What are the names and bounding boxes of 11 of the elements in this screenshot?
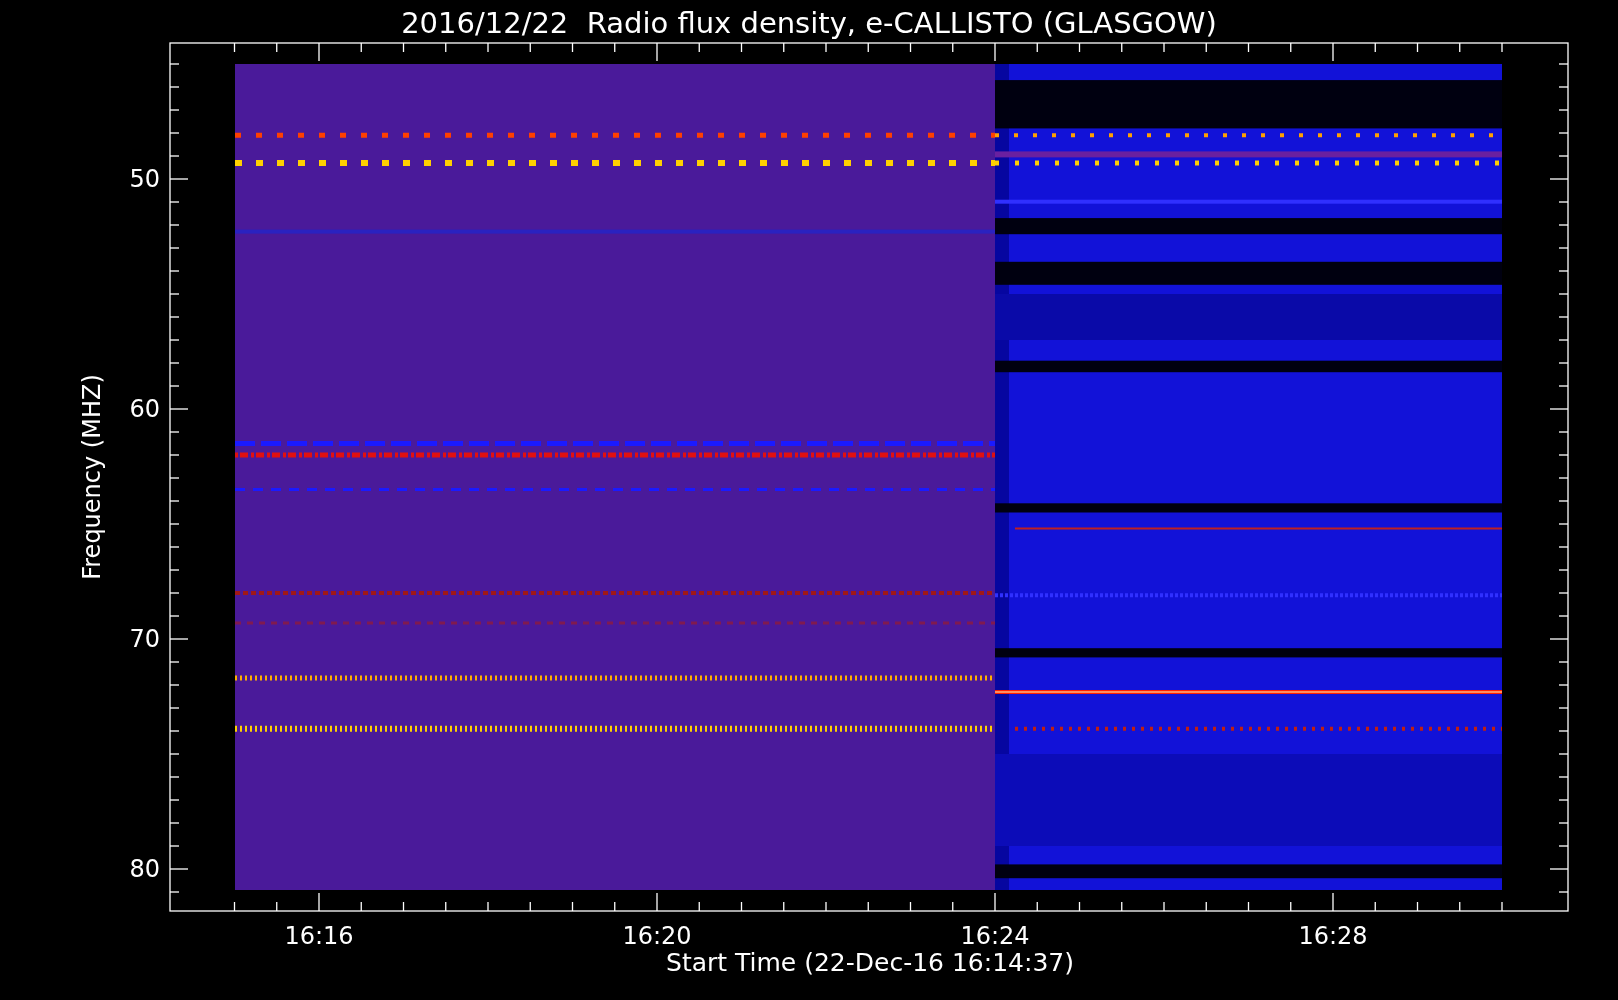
y-tick-label: 80 (128, 857, 160, 881)
y-tick-label: 50 (128, 167, 160, 191)
x-tick-label: 16:28 (1297, 924, 1369, 948)
x-axis-label: Start Time (22-Dec-16 16:14:37) (665, 950, 1075, 975)
x-tick-label: 16:16 (283, 924, 355, 948)
chart-title: 2016/12/22 Radio flux density, e-CALLISTO (GLASGOW) (400, 5, 1218, 42)
y-tick-label: 70 (128, 627, 160, 651)
x-tick-label: 16:24 (959, 924, 1031, 948)
y-tick-label: 60 (128, 397, 160, 421)
x-tick-label: 16:20 (621, 924, 693, 948)
y-axis-label: Frequency (MHZ) (80, 373, 104, 582)
